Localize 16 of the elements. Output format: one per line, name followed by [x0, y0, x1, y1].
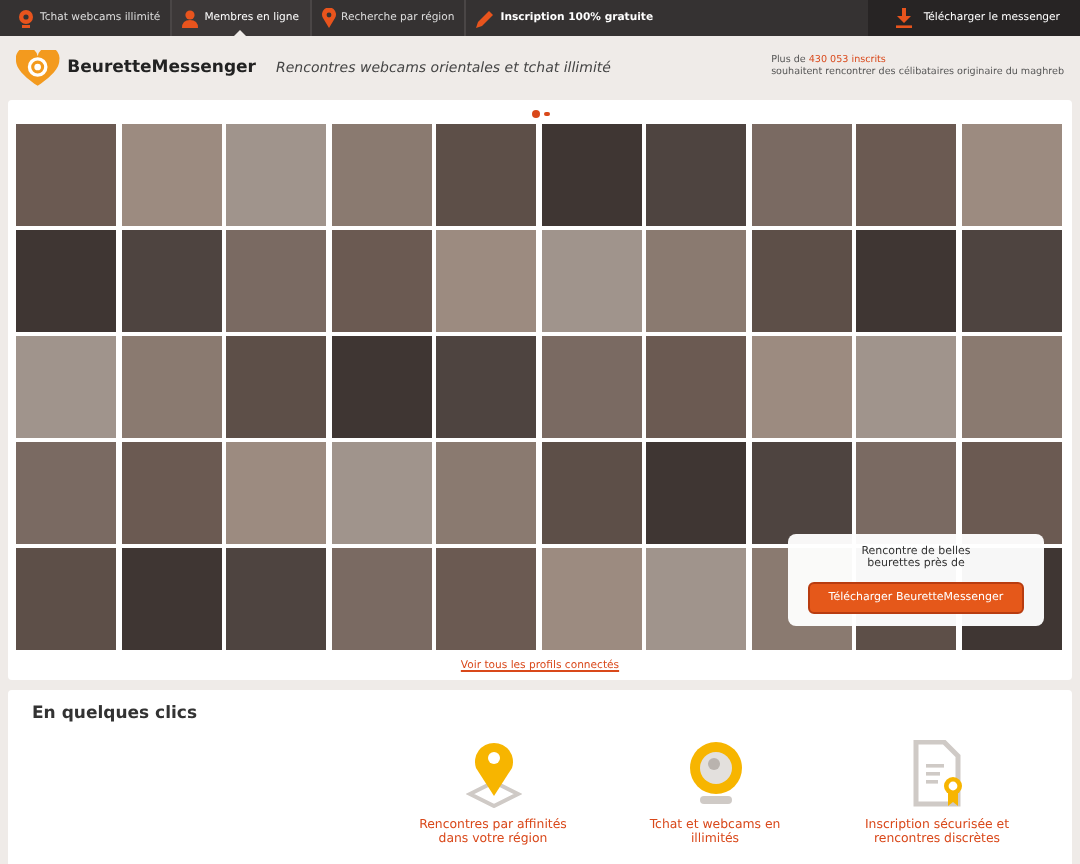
person-icon [182, 9, 199, 27]
pencil-icon [476, 9, 495, 27]
map-pin-icon [465, 740, 521, 808]
profile-photo-placeholder[interactable] [751, 442, 851, 544]
webcam-icon [18, 9, 34, 27]
download-icon [895, 8, 912, 28]
carousel-dot[interactable] [531, 109, 540, 119]
webcam-icon [687, 740, 743, 808]
profile-photo-placeholder[interactable] [961, 442, 1061, 544]
section-heading: En quelques clics [32, 704, 200, 724]
certificate-icon [909, 740, 965, 808]
site-logo-text: BeuretteMessenger [67, 58, 256, 78]
active-indicator [234, 30, 247, 36]
heart-logo-icon [16, 50, 60, 86]
carousel-dot[interactable] [544, 111, 549, 117]
pin-icon [321, 8, 336, 28]
